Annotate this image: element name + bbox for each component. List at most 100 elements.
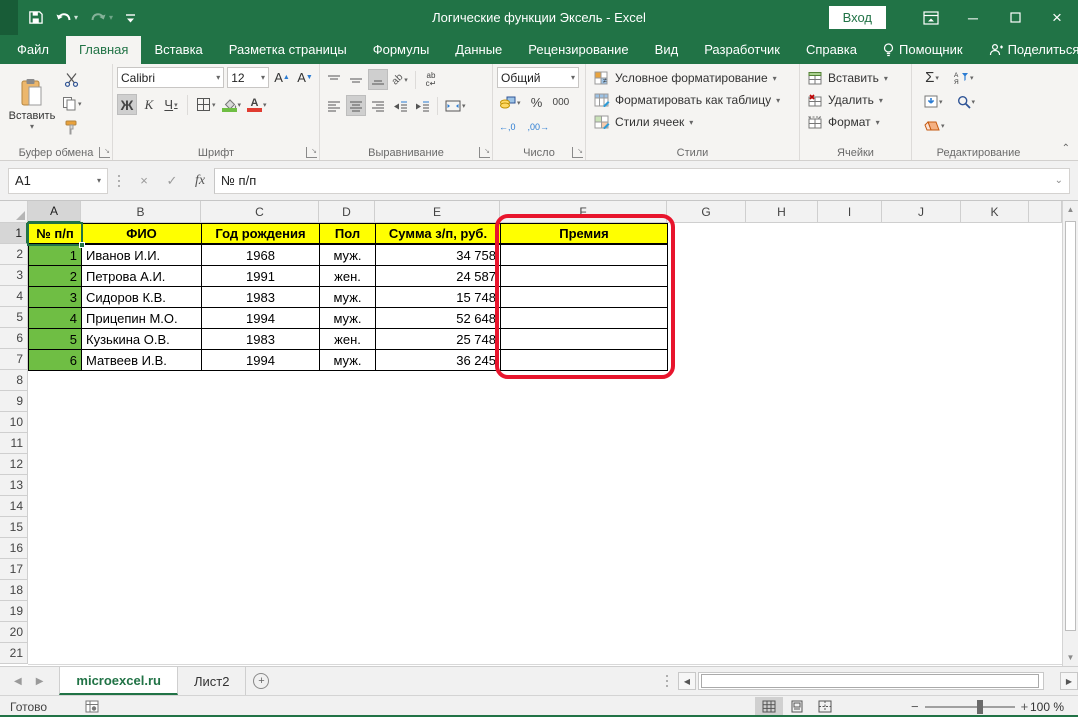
- number-dialog-launcher[interactable]: ↘: [572, 147, 583, 158]
- cell-A19[interactable]: [28, 601, 82, 623]
- clipboard-dialog-launcher[interactable]: ↘: [99, 147, 110, 158]
- cell-B5[interactable]: Прицепин М.О.: [81, 307, 202, 329]
- cell-D17[interactable]: [319, 559, 376, 581]
- column-header-C[interactable]: C: [201, 201, 319, 223]
- cell-G15[interactable]: [667, 517, 747, 539]
- row-header-11[interactable]: 11: [0, 433, 28, 454]
- cell-J14[interactable]: [882, 496, 962, 518]
- insert-function-icon[interactable]: fx: [186, 168, 214, 194]
- cell-x7[interactable]: [1029, 349, 1063, 371]
- cell-J11[interactable]: [882, 433, 962, 455]
- cell-D19[interactable]: [319, 601, 376, 623]
- row-header-8[interactable]: 8: [0, 370, 28, 391]
- cell-K12[interactable]: [961, 454, 1030, 476]
- cell-E13[interactable]: [375, 475, 501, 497]
- cell-G18[interactable]: [667, 580, 747, 602]
- vertical-scrollbar[interactable]: ▲▼: [1062, 201, 1078, 666]
- wrap-text-icon[interactable]: abc↵: [421, 69, 441, 90]
- borders-icon[interactable]: ▾: [194, 94, 218, 115]
- cell-H19[interactable]: [746, 601, 819, 623]
- cell-K16[interactable]: [961, 538, 1030, 560]
- find-select-icon[interactable]: ▾: [955, 91, 978, 112]
- formula-input[interactable]: № п/п ⌄: [214, 168, 1070, 194]
- grow-font-icon[interactable]: A▲: [272, 67, 292, 88]
- cell-G7[interactable]: [667, 349, 747, 371]
- cell-H14[interactable]: [746, 496, 819, 518]
- cell-F7[interactable]: [500, 349, 668, 371]
- cell-E19[interactable]: [375, 601, 501, 623]
- cell-B21[interactable]: [81, 643, 202, 665]
- cell-A8[interactable]: [28, 370, 82, 392]
- cell-J12[interactable]: [882, 454, 962, 476]
- row-header-2[interactable]: 2: [0, 244, 28, 265]
- cell-B2[interactable]: Иванов И.И.: [81, 244, 202, 266]
- row-header-17[interactable]: 17: [0, 559, 28, 580]
- column-header-partial[interactable]: [1029, 201, 1062, 223]
- column-header-I[interactable]: I: [818, 201, 882, 223]
- cell-B13[interactable]: [81, 475, 202, 497]
- cell-C13[interactable]: [201, 475, 320, 497]
- copy-icon[interactable]: ▾: [60, 93, 84, 114]
- number-format-select[interactable]: Общий▾: [497, 67, 579, 88]
- column-header-H[interactable]: H: [746, 201, 818, 223]
- cell-K11[interactable]: [961, 433, 1030, 455]
- cell-A6[interactable]: 5: [28, 328, 82, 350]
- cell-F8[interactable]: [500, 370, 668, 392]
- cell-F9[interactable]: [500, 391, 668, 413]
- cell-x6[interactable]: [1029, 328, 1063, 350]
- cell-F14[interactable]: [500, 496, 668, 518]
- cell-B11[interactable]: [81, 433, 202, 455]
- cell-x18[interactable]: [1029, 580, 1063, 602]
- cell-G17[interactable]: [667, 559, 747, 581]
- row-header-13[interactable]: 13: [0, 475, 28, 496]
- cell-H7[interactable]: [746, 349, 819, 371]
- formula-bar-grip[interactable]: [118, 180, 120, 182]
- row-header-5[interactable]: 5: [0, 307, 28, 328]
- align-center-icon[interactable]: [346, 95, 366, 116]
- customize-qat-icon[interactable]: [121, 9, 140, 26]
- next-sheet-icon[interactable]: ▶: [36, 676, 44, 687]
- spreadsheet-grid[interactable]: ABCDEFGHIJK12345678910111213141516171819…: [0, 201, 1078, 666]
- cell-C20[interactable]: [201, 622, 320, 644]
- cell-I9[interactable]: [818, 391, 883, 413]
- cell-B3[interactable]: Петрова А.И.: [81, 265, 202, 287]
- align-middle-icon[interactable]: [346, 69, 366, 90]
- sort-filter-icon[interactable]: АЯ▾: [952, 67, 976, 88]
- cut-icon[interactable]: [60, 69, 84, 90]
- cell-G11[interactable]: [667, 433, 747, 455]
- cell-A2[interactable]: 1: [28, 244, 82, 266]
- cell-G3[interactable]: [667, 265, 747, 287]
- cell-G12[interactable]: [667, 454, 747, 476]
- cell-A3[interactable]: 2: [28, 265, 82, 287]
- cell-H10[interactable]: [746, 412, 819, 434]
- cell-F15[interactable]: [500, 517, 668, 539]
- redo-icon[interactable]: ▾: [86, 8, 117, 28]
- cell-G19[interactable]: [667, 601, 747, 623]
- cell-I16[interactable]: [818, 538, 883, 560]
- cell-C18[interactable]: [201, 580, 320, 602]
- column-header-F[interactable]: F: [500, 201, 667, 223]
- row-header-12[interactable]: 12: [0, 454, 28, 475]
- name-box-dropdown-icon[interactable]: ▾: [97, 176, 101, 185]
- cell-D11[interactable]: [319, 433, 376, 455]
- cell-D16[interactable]: [319, 538, 376, 560]
- cell-E8[interactable]: [375, 370, 501, 392]
- row-header-19[interactable]: 19: [0, 601, 28, 622]
- sheet-tab-list2[interactable]: Лист2: [178, 667, 246, 695]
- cell-J5[interactable]: [882, 307, 962, 329]
- cell-H20[interactable]: [746, 622, 819, 644]
- cell-x3[interactable]: [1029, 265, 1063, 287]
- cell-A14[interactable]: [28, 496, 82, 518]
- app-icon[interactable]: [0, 0, 18, 35]
- cell-E5[interactable]: 52 648: [375, 307, 501, 329]
- font-dialog-launcher[interactable]: ↘: [306, 147, 317, 158]
- cell-I19[interactable]: [818, 601, 883, 623]
- align-left-icon[interactable]: [324, 95, 344, 116]
- cell-x17[interactable]: [1029, 559, 1063, 581]
- fill-icon[interactable]: ▾: [922, 91, 945, 112]
- cell-K6[interactable]: [961, 328, 1030, 350]
- cell-I14[interactable]: [818, 496, 883, 518]
- cell-I12[interactable]: [818, 454, 883, 476]
- tab-1[interactable]: Главная: [66, 36, 141, 64]
- cell-x11[interactable]: [1029, 433, 1063, 455]
